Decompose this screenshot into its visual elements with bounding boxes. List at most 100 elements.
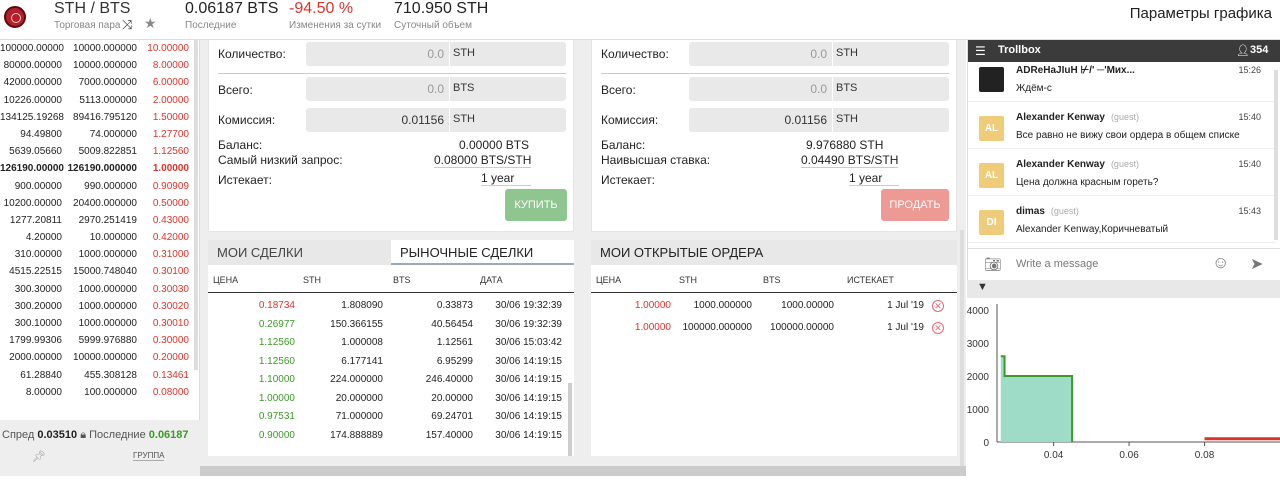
buy-button[interactable]: КУПИТЬ [505, 189, 567, 221]
order-book-row[interactable]: 8.00000 100.000000 0.08000 [0, 384, 199, 401]
avatar: AL [979, 163, 1004, 188]
trades-scrollbar[interactable] [568, 383, 572, 456]
buy-total-field[interactable]: 0.0 BTS [306, 77, 566, 101]
sell-total-label: Всего: [601, 83, 636, 97]
order-total: 300.30000 [14, 283, 62, 295]
highest-bid-value[interactable]: 0.04490 BTS/STH [801, 153, 899, 168]
order-book-row[interactable]: 1277.20811 2970.251419 0.43000 [0, 212, 199, 229]
order-total: 10226.00000 [3, 94, 62, 106]
buy-expires-select[interactable]: 1 year [481, 171, 531, 186]
trade-price: 0.90000 [258, 429, 295, 441]
order-book-row[interactable]: 300.10000 1000.000000 0.30010 [0, 315, 199, 332]
trade-sth: 150.366155 [330, 318, 383, 330]
user-icon: 👤︎ [1236, 45, 1250, 57]
cancel-order-icon[interactable]: ✕ [932, 322, 944, 334]
trade-sth: 71.000000 [335, 411, 383, 422]
trollbox: ☰ Trollbox 👤︎ 354 ADReHaJIuH ⊬/' ─'Мих..… [967, 40, 1280, 280]
order-bts: 100000.00000 [770, 322, 834, 333]
swap-icon[interactable]: ⤨ [122, 17, 132, 33]
menu-icon[interactable]: ☰ [975, 44, 986, 58]
order-book-row[interactable]: 42000.00000 7000.000000 6.00000 [0, 74, 199, 91]
chat-message: AL Alexander Kenway (guest) 15:40 Все равно … [968, 102, 1275, 149]
logo[interactable] [4, 6, 26, 28]
trade-date: 30/06 19:32:39 [495, 318, 562, 330]
order-price: 1.00000 [634, 300, 671, 311]
trade-bts: 40.56454 [431, 318, 473, 330]
order-amount: 455.308128 [84, 369, 137, 381]
sell-button[interactable]: ПРОДАТЬ [881, 189, 949, 221]
trade-bts: 246.40000 [425, 374, 473, 385]
cancel-order-icon[interactable]: ✕ [932, 300, 944, 312]
order-price: 1.50000 [152, 111, 189, 123]
order-book-row[interactable]: 94.49800 74.000000 1.27700 [0, 126, 199, 143]
spread-value: 0.03510 [37, 429, 78, 441]
tab-market-trades[interactable]: РЫНОЧНЫЕ СДЕЛКИ [391, 240, 574, 265]
order-book-row[interactable]: 300.20000 1000.000000 0.30020 [0, 298, 199, 315]
lock-icon: 🔒︎ [80, 429, 87, 441]
order-total: 4515.22515 [9, 266, 62, 278]
order-book-row[interactable]: 4.20000 10.000000 0.42000 [0, 229, 199, 246]
smile-icon[interactable]: ☺ [1212, 253, 1229, 273]
order-book-row[interactable]: 300.30000 1000.000000 0.30030 [0, 281, 199, 298]
trade-row: 1.10000 224.000000 246.40000 30/06 14:19:15 [208, 371, 574, 389]
order-book-row[interactable]: 10226.00000 5113.000000 2.00000 [0, 92, 199, 109]
collapse-icon[interactable]: ▼ [977, 281, 988, 293]
camera-icon[interactable]: 📷︎ [984, 256, 1002, 273]
lowest-ask-value[interactable]: 0.08000 BTS/STH [434, 153, 532, 168]
order-bts: 1000.00000 [781, 300, 834, 311]
chat-username[interactable]: ADReHaJIuH ⊬/' ─'Мих... [1016, 65, 1135, 76]
x-tick-label: 0.04 [1044, 450, 1064, 461]
order-total: 2000.00000 [9, 352, 62, 364]
order-book-row[interactable]: 134125.19268 89416.795120 1.50000 [0, 109, 199, 126]
order-book-row[interactable]: 310.00000 1000.000000 0.31000 [0, 246, 199, 263]
order-price: 0.08000 [152, 386, 189, 398]
x-tick-label: 0.08 [1195, 450, 1215, 461]
order-book-row[interactable]: 61.28840 455.308128 0.13461 [0, 367, 199, 384]
sell-qty-currency: STH [836, 47, 858, 59]
message-input[interactable]: Write a message [1016, 258, 1098, 270]
sell-total-field[interactable]: 0.0 BTS [689, 77, 949, 101]
chat-username[interactable]: dimas (guest) [1016, 206, 1079, 217]
order-book-row[interactable]: 1799.99306 5999.976880 0.30000 [0, 332, 199, 349]
order-book-row[interactable]: 126190.00000 126190.000000 1.00000 [0, 160, 199, 177]
middle-scrollbar[interactable] [960, 230, 964, 466]
trollbox-scrollbar[interactable] [1274, 70, 1278, 240]
group-button[interactable]: ГРУППА [133, 451, 165, 461]
avatar: DI [979, 210, 1004, 235]
order-book-row[interactable]: 80000.00000 10000.000000 8.00000 [0, 57, 199, 74]
buy-qty-field[interactable]: 0.0 STH [306, 42, 566, 66]
chart-params-button[interactable]: Параметры графика [1130, 5, 1272, 22]
order-price: 1.12560 [152, 146, 189, 158]
chat-username[interactable]: Alexander Kenway (guest) [1016, 159, 1139, 170]
sell-qty-field[interactable]: 0.0 STH [689, 42, 949, 66]
order-book-scrollbar[interactable] [194, 40, 198, 370]
order-amount: 10.000000 [89, 232, 137, 244]
order-price: 0.43000 [152, 214, 189, 226]
order-book: 100000.00000 10000.000000 10.00000 80000.00… [0, 40, 200, 420]
trollbox-header: ☰ Trollbox 👤︎ 354 [968, 40, 1280, 62]
trollbox-title: Trollbox [998, 44, 1041, 56]
orders-column-header: STH [679, 275, 697, 285]
pin-icon[interactable]: 📌︎ [32, 450, 46, 463]
divider [218, 73, 566, 74]
order-book-row[interactable]: 2000.00000 10000.000000 0.20000 [0, 349, 199, 366]
order-book-row[interactable]: 5639.05660 5009.822851 1.12560 [0, 143, 199, 160]
order-total: 310.00000 [14, 249, 62, 261]
order-book-row[interactable]: 900.00000 990.000000 0.90909 [0, 178, 199, 195]
order-amount: 990.000000 [84, 180, 137, 192]
open-orders-tabbar: МОИ ОТКРЫТЫЕ ОРДЕРА [591, 240, 957, 265]
order-book-row[interactable]: 100000.00000 10000.000000 10.00000 [0, 40, 199, 57]
order-total: 300.20000 [14, 300, 62, 312]
order-book-row[interactable]: 4515.22515 15000.748040 0.30100 [0, 263, 199, 280]
trading-pair-label: Торговая пара [54, 20, 121, 31]
order-price: 0.30010 [152, 318, 189, 329]
send-icon[interactable]: ➤ [1250, 254, 1263, 274]
trading-pair[interactable]: STH / BTS [54, 0, 130, 18]
chat-username[interactable]: Alexander Kenway (guest) [1016, 112, 1139, 123]
buy-total-value: 0.0 [427, 82, 444, 96]
sell-expires-select[interactable]: 1 year [849, 171, 899, 186]
tab-my-trades[interactable]: МОИ СДЕЛКИ [208, 240, 391, 265]
trade-date: 30/06 14:19:15 [495, 411, 562, 422]
order-book-row[interactable]: 10200.00000 20400.000000 0.50000 [0, 195, 199, 212]
star-icon[interactable]: ★ [144, 15, 157, 32]
